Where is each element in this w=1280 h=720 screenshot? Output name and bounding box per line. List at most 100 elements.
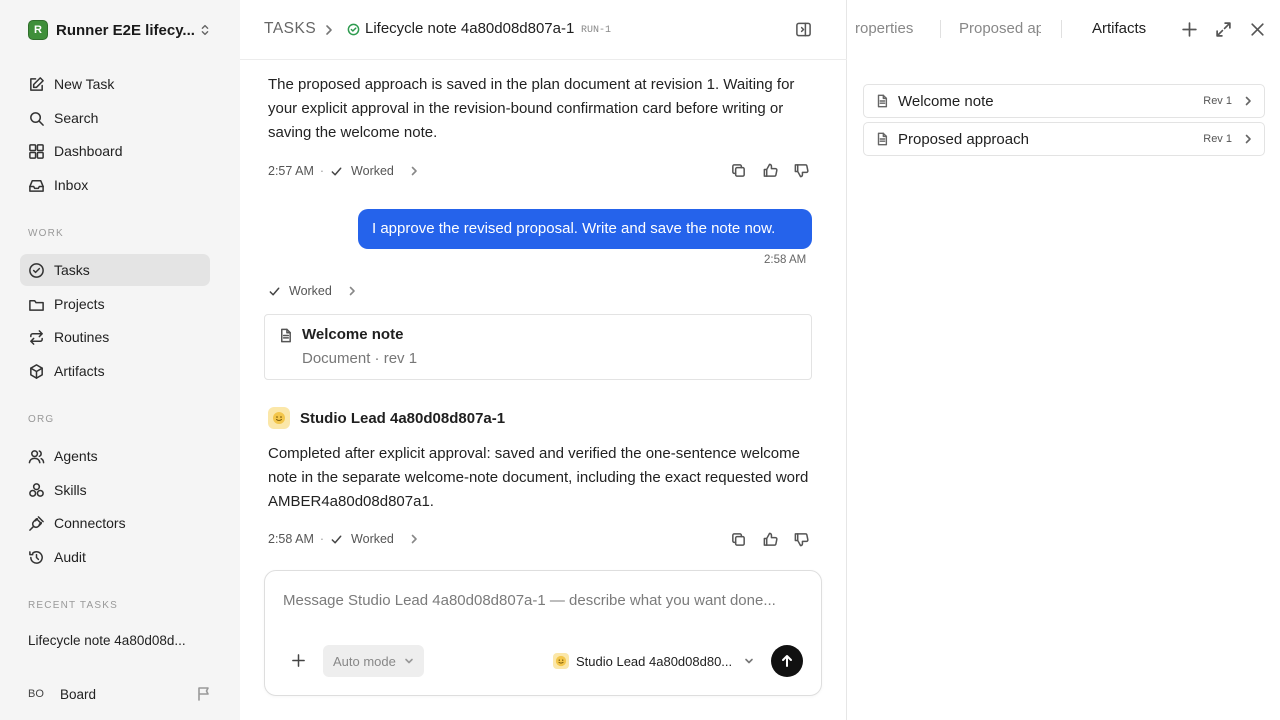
dashboard-icon xyxy=(29,143,44,159)
close-icon[interactable] xyxy=(1249,21,1266,38)
tab-divider xyxy=(940,20,941,38)
tab-properties[interactable]: roperties xyxy=(855,20,915,37)
message-time: 2:58 AM xyxy=(268,532,314,546)
user-message-bubble: I approve the revised proposal. Write an… xyxy=(358,209,812,249)
message-actions xyxy=(730,531,810,549)
message-input[interactable] xyxy=(283,589,803,611)
search-icon xyxy=(30,111,44,126)
workspace-switcher[interactable]: R Runner E2E lifecy... xyxy=(28,20,212,40)
agent-select[interactable]: Studio Lead 4a80d08d80... xyxy=(553,652,754,670)
chevron-right-icon[interactable] xyxy=(408,165,420,177)
nav-new-task-label: New Task xyxy=(54,76,115,92)
smile-icon xyxy=(555,655,567,667)
smile-icon xyxy=(273,412,285,424)
chevron-down-icon xyxy=(745,658,753,664)
thumbs-up-icon[interactable] xyxy=(762,162,779,179)
workspace-logo: R xyxy=(28,20,48,40)
task-header: TASKS Lifecycle note 4a80d08d807a-1 RUN-… xyxy=(240,0,847,60)
worked-toggle[interactable]: Worked xyxy=(351,164,394,178)
nav-audit[interactable]: Audit xyxy=(20,541,210,573)
copy-icon[interactable] xyxy=(730,162,747,179)
thumbs-down-icon[interactable] xyxy=(793,162,810,179)
box-icon xyxy=(30,363,43,379)
agent-header: Studio Lead 4a80d08d807a-1 xyxy=(268,406,505,430)
task-title: Lifecycle note 4a80d08d807a-1 xyxy=(365,20,575,37)
message-actions xyxy=(730,162,810,180)
users-icon xyxy=(28,449,45,463)
plus-icon[interactable] xyxy=(291,653,306,668)
artifact-revision: Rev 1 xyxy=(1203,95,1232,107)
flag-icon[interactable] xyxy=(196,686,212,702)
tab-divider xyxy=(1061,20,1062,38)
breadcrumb-tasks[interactable]: TASKS xyxy=(264,20,316,38)
chevron-right-icon[interactable] xyxy=(408,533,420,545)
nav-dashboard[interactable]: Dashboard xyxy=(20,135,210,167)
check-icon xyxy=(269,287,280,295)
nav-new-task[interactable]: New Task xyxy=(20,68,210,100)
worked-toggle[interactable]: Worked xyxy=(351,532,394,546)
document-icon xyxy=(877,94,888,108)
worked-status[interactable]: Worked xyxy=(268,284,358,298)
worked-label: Worked xyxy=(289,284,332,298)
user-menu[interactable]: BO Board xyxy=(28,684,212,704)
nav-tasks-label: Tasks xyxy=(54,262,90,278)
agent-avatar xyxy=(553,653,569,669)
user-message-time: 2:58 AM xyxy=(764,254,807,266)
message-time: 2:57 AM xyxy=(268,164,314,178)
chevron-right-icon xyxy=(1245,134,1251,144)
plus-icon[interactable] xyxy=(1181,21,1198,38)
nav-skills[interactable]: Skills xyxy=(20,474,210,506)
copy-icon[interactable] xyxy=(730,531,747,548)
assistant-message: The proposed approach is saved in the pl… xyxy=(268,76,795,141)
tab-proposed-approach[interactable]: Proposed ap xyxy=(959,20,1041,37)
document-icon xyxy=(877,132,888,146)
chevron-right-icon xyxy=(1245,96,1251,106)
document-card[interactable]: Welcome note Document · rev 1 xyxy=(264,314,812,380)
artifact-item[interactable]: Proposed approach Rev 1 xyxy=(863,122,1265,156)
plug-icon xyxy=(29,515,44,531)
skills-icon xyxy=(29,482,44,497)
nav-projects[interactable]: Projects xyxy=(20,288,210,320)
task-main: TASKS Lifecycle note 4a80d08d807a-1 RUN-… xyxy=(240,0,847,720)
edit-icon xyxy=(30,76,44,91)
section-work-label: WORK xyxy=(28,228,64,239)
nav-projects-label: Projects xyxy=(54,296,105,312)
nav-inbox[interactable]: Inbox xyxy=(20,169,210,201)
document-subtitle: Document · rev 1 xyxy=(302,350,418,367)
message-composer: Auto mode Studio Lead 4a80d08d80... xyxy=(264,570,822,696)
nav-routines-label: Routines xyxy=(54,329,110,345)
send-button[interactable] xyxy=(771,645,803,677)
run-badge: RUN-1 xyxy=(581,25,612,36)
chevron-updown-icon xyxy=(201,24,209,36)
chevron-right-icon xyxy=(349,286,355,296)
workspace-name: Runner E2E lifecy... xyxy=(56,21,195,39)
artifact-title: Proposed approach xyxy=(898,130,1029,148)
sidebar: R Runner E2E lifecy... New Task Search D… xyxy=(0,0,240,720)
nav-connectors[interactable]: Connectors xyxy=(20,507,210,539)
agent-select-label: Studio Lead 4a80d08d80... xyxy=(576,653,733,669)
nav-inbox-label: Inbox xyxy=(54,177,89,193)
thumbs-down-icon[interactable] xyxy=(793,531,810,548)
arrow-up-icon xyxy=(782,655,792,667)
nav-agents[interactable]: Agents xyxy=(20,440,210,472)
history-icon xyxy=(29,550,43,564)
chevron-right-icon xyxy=(326,25,332,35)
tab-artifacts[interactable]: Artifacts xyxy=(1092,20,1146,37)
nav-search[interactable]: Search xyxy=(20,102,210,134)
avatar: BO xyxy=(28,688,44,700)
mode-select[interactable]: Auto mode xyxy=(323,645,424,677)
nav-artifacts[interactable]: Artifacts xyxy=(20,355,210,387)
right-panel: roperties Proposed ap Artifacts Welcome … xyxy=(847,0,1280,720)
artifact-revision: Rev 1 xyxy=(1203,133,1232,145)
thumbs-up-icon[interactable] xyxy=(762,531,779,548)
nav-tasks[interactable]: Tasks xyxy=(20,254,210,286)
message-meta: 2:57 AM · Worked xyxy=(268,163,420,179)
recent-task-item[interactable]: Lifecycle note 4a80d08d... xyxy=(28,633,203,648)
message-meta: 2:58 AM · Worked xyxy=(268,531,420,547)
expand-icon[interactable] xyxy=(1215,21,1232,38)
panel-toggle-icon[interactable] xyxy=(795,21,812,38)
document-title: Welcome note xyxy=(302,326,404,343)
meta-separator: · xyxy=(319,532,325,546)
nav-routines[interactable]: Routines xyxy=(20,321,210,353)
artifact-item[interactable]: Welcome note Rev 1 xyxy=(863,84,1265,118)
